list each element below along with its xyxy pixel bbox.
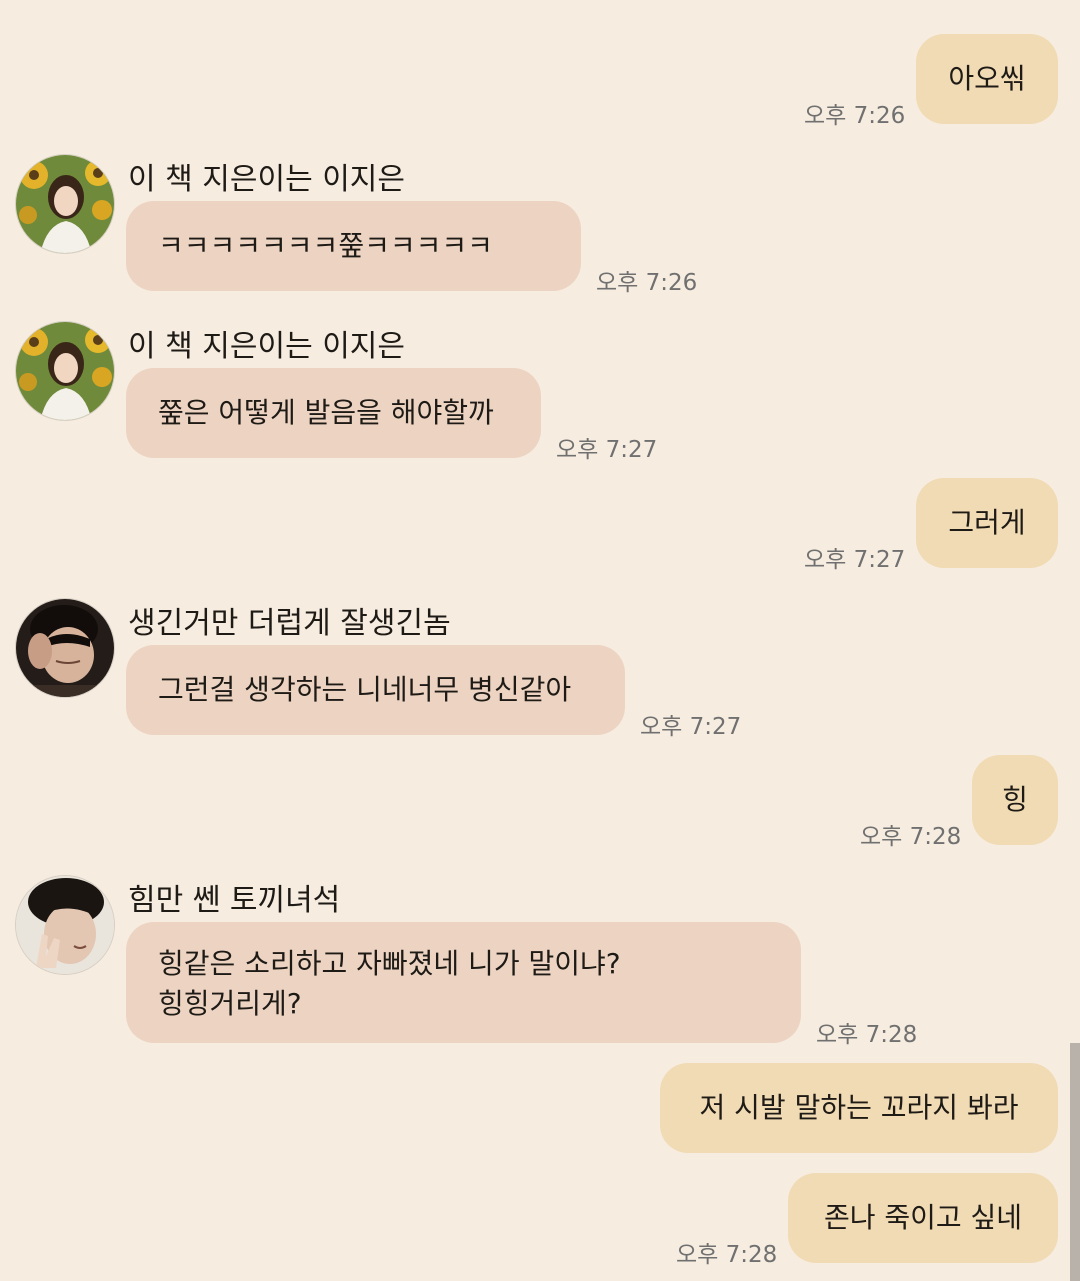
sender-avatar[interactable] bbox=[15, 154, 115, 254]
message-bubble-them[interactable]: 쭢은 어떻게 발음을 해야할까 bbox=[126, 368, 541, 458]
message-bubble-me[interactable]: 존나 죽이고 싶네 bbox=[788, 1173, 1058, 1263]
sender-name: 이 책 지은이는 이지은 bbox=[128, 329, 406, 364]
message-bubble-them[interactable]: ㅋㅋㅋㅋㅋㅋㅋ쭢ㅋㅋㅋㅋㅋ bbox=[126, 201, 581, 291]
message-timestamp: 오후 7:26 bbox=[596, 270, 698, 296]
avatar-man-dark-icon bbox=[16, 599, 114, 697]
message-timestamp: 오후 7:27 bbox=[556, 437, 658, 463]
sender-avatar[interactable] bbox=[15, 875, 115, 975]
message-bubble-me[interactable]: 아오씪 bbox=[916, 34, 1058, 124]
sender-avatar[interactable] bbox=[15, 598, 115, 698]
avatar-woman-sunflowers-icon bbox=[16, 155, 114, 253]
message-timestamp: 오후 7:28 bbox=[860, 824, 962, 850]
sender-name: 생긴거만 더럽게 잘생긴놈 bbox=[128, 606, 451, 641]
message-bubble-me[interactable]: 그러게 bbox=[916, 478, 1058, 568]
message-timestamp: 오후 7:27 bbox=[640, 714, 742, 740]
message-bubble-me[interactable]: 저 시발 말하는 꼬라지 봐라 bbox=[660, 1063, 1058, 1153]
message-timestamp: 오후 7:27 bbox=[804, 547, 906, 573]
message-timestamp: 오후 7:28 bbox=[676, 1242, 778, 1268]
sender-name: 이 책 지은이는 이지은 bbox=[128, 162, 406, 197]
message-bubble-them[interactable]: 힝같은 소리하고 자빠졌네 니가 말이냐? 힝힝거리게? bbox=[126, 922, 801, 1043]
message-timestamp: 오후 7:26 bbox=[804, 103, 906, 129]
sender-name: 힘만 쎈 토끼녀석 bbox=[128, 883, 341, 918]
sender-avatar[interactable] bbox=[15, 321, 115, 421]
avatar-woman-sunflowers-icon bbox=[16, 322, 114, 420]
message-bubble-them[interactable]: 그런걸 생각하는 니네너무 병신같아 bbox=[126, 645, 625, 735]
message-timestamp: 오후 7:28 bbox=[816, 1022, 918, 1048]
message-bubble-me[interactable]: 힝 bbox=[972, 755, 1058, 845]
avatar-man-hand-icon bbox=[16, 876, 114, 974]
scrollbar-thumb[interactable] bbox=[1070, 1043, 1080, 1281]
